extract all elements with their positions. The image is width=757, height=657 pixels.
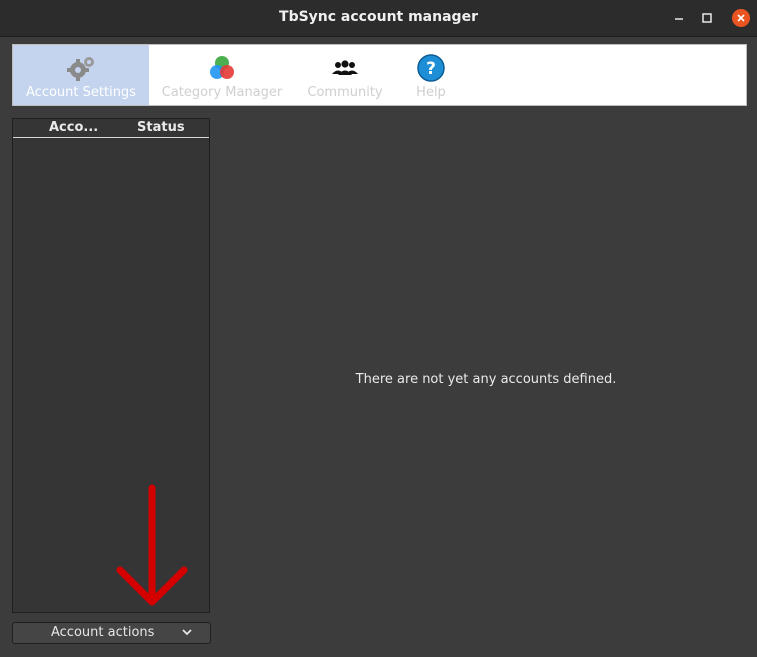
tab-label: Community: [307, 85, 383, 100]
account-actions-label: Account actions: [51, 625, 155, 640]
people-icon: [332, 60, 358, 75]
annotation-arrow-icon: [116, 484, 188, 606]
account-actions-button[interactable]: Account actions: [12, 622, 211, 644]
maximize-button[interactable]: [698, 9, 716, 27]
maximize-icon: [702, 13, 712, 23]
tab-bar: Account Settings Category Manager Commun…: [12, 44, 747, 106]
svg-text:?: ?: [426, 59, 436, 79]
window-title: TbSync account manager: [279, 9, 478, 25]
color-circles-icon: [210, 56, 234, 79]
accounts-list-header: Acco... Status: [13, 119, 209, 138]
tab-community[interactable]: Community: [295, 45, 395, 105]
tab-help[interactable]: ? Help: [395, 45, 467, 105]
no-accounts-message: There are not yet any accounts defined.: [355, 372, 617, 387]
tab-category-manager[interactable]: Category Manager: [149, 45, 295, 105]
column-account[interactable]: Acco...: [49, 120, 98, 135]
help-icon: ?: [417, 54, 445, 82]
close-icon: [737, 14, 745, 22]
tab-label: Help: [416, 85, 446, 100]
tab-account-settings[interactable]: Account Settings: [13, 45, 149, 105]
column-status[interactable]: Status: [137, 120, 185, 135]
tab-label: Account Settings: [26, 85, 136, 100]
close-button[interactable]: [732, 9, 750, 27]
title-bar: TbSync account manager: [0, 0, 757, 37]
minimize-icon: [675, 18, 683, 20]
tab-label: Category Manager: [161, 85, 283, 100]
chevron-down-icon: [182, 629, 192, 636]
gears-icon: [67, 57, 94, 81]
minimize-button[interactable]: [670, 9, 688, 27]
